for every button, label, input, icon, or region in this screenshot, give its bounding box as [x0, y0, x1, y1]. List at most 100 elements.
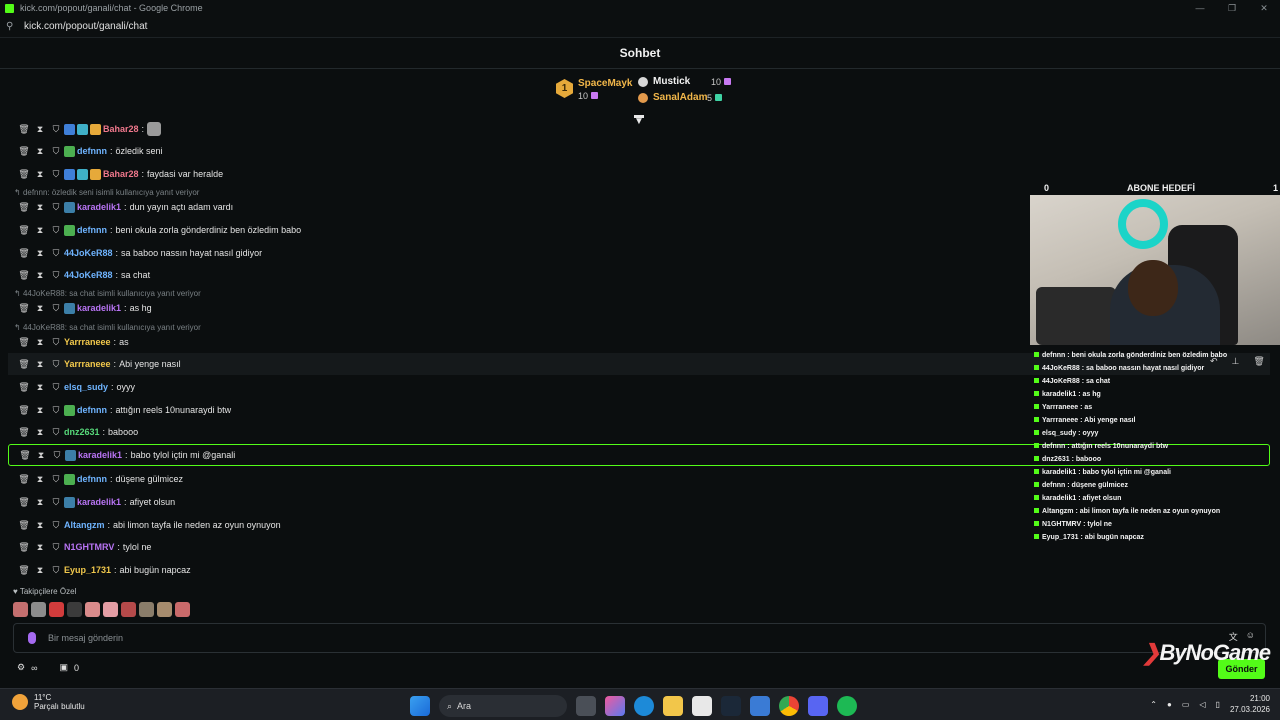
delete-icon[interactable]: 🗑: [16, 474, 32, 485]
delete-icon[interactable]: 🗑: [16, 169, 32, 180]
message-username[interactable]: 44JoKeR88: [64, 248, 113, 258]
leaderboard-row[interactable]: SanalAdam 5: [638, 92, 723, 103]
chat-message[interactable]: 🗑 ⧗ ⛉ Eyup_1731: abi bugün napcaz: [8, 559, 1270, 581]
delete-icon[interactable]: 🗑: [17, 450, 33, 461]
voice-icon[interactable]: [28, 632, 36, 644]
delete-icon[interactable]: 🗑: [16, 248, 32, 259]
ban-icon[interactable]: ⛉: [48, 520, 64, 531]
ban-icon[interactable]: ⛉: [48, 405, 64, 416]
delete-icon[interactable]: 🗑: [16, 427, 32, 438]
message-username[interactable]: N1GHTMRV: [64, 542, 114, 552]
ban-icon[interactable]: ⛉: [48, 225, 64, 236]
weather-widget[interactable]: 11°C Parçalı bulutlu: [12, 693, 85, 711]
ban-icon[interactable]: ⛉: [48, 146, 64, 157]
steam-icon[interactable]: [721, 696, 741, 716]
emote-icon[interactable]: [175, 602, 190, 617]
delete-icon[interactable]: 🗑: [16, 225, 32, 236]
address-bar[interactable]: ⚲ kick.com/popout/ganali/chat: [0, 16, 1280, 38]
timeout-icon[interactable]: ⧗: [32, 124, 48, 135]
timeout-icon[interactable]: ⧗: [32, 497, 48, 508]
timeout-icon[interactable]: ⧗: [32, 337, 48, 348]
timeout-icon[interactable]: ⧗: [32, 542, 48, 553]
delete-icon[interactable]: 🗑: [16, 405, 32, 416]
timeout-icon[interactable]: ⧗: [32, 202, 48, 213]
delete-icon[interactable]: 🗑: [16, 146, 32, 157]
minimize-button[interactable]: —: [1184, 0, 1216, 16]
message-username[interactable]: 44JoKeR88: [64, 270, 113, 280]
ban-icon[interactable]: ⛉: [48, 248, 64, 259]
emote-icon[interactable]: [49, 602, 64, 617]
emote-icon[interactable]: [121, 602, 136, 617]
message-username[interactable]: karadelik1: [77, 497, 121, 507]
delete-icon[interactable]: 🗑: [16, 520, 32, 531]
delete-icon[interactable]: 🗑: [16, 359, 32, 370]
timeout-icon[interactable]: ⧗: [32, 169, 48, 180]
ban-icon[interactable]: ⛉: [48, 270, 64, 281]
ban-icon[interactable]: ⛉: [48, 303, 64, 314]
restore-button[interactable]: ❐: [1216, 0, 1248, 16]
file-explorer-icon[interactable]: [663, 696, 683, 716]
timeout-icon[interactable]: ⧗: [32, 146, 48, 157]
ban-icon[interactable]: ⛉: [48, 474, 64, 485]
ban-icon[interactable]: ⛉: [48, 497, 64, 508]
leaderboard-first[interactable]: 1 SpaceMayk 10: [556, 78, 632, 101]
emote-icon[interactable]: [103, 602, 118, 617]
spotify-icon[interactable]: [837, 696, 857, 716]
message-username[interactable]: dnz2631: [64, 427, 100, 437]
leaderboard-first-name[interactable]: SpaceMayk: [578, 78, 632, 89]
message-username[interactable]: Yarrraneee: [64, 359, 111, 369]
mail-icon[interactable]: [750, 696, 770, 716]
ban-icon[interactable]: ⛉: [48, 124, 64, 135]
timeout-icon[interactable]: ⧗: [32, 565, 48, 576]
ban-icon[interactable]: ⛉: [48, 359, 64, 370]
message-username[interactable]: Bahar28: [103, 124, 139, 134]
ban-icon[interactable]: ⛉: [48, 382, 64, 393]
delete-icon[interactable]: 🗑: [16, 270, 32, 281]
gift-box-icon[interactable]: ▣: [60, 662, 69, 673]
emote-icon[interactable]: [31, 602, 46, 617]
message-input-box[interactable]: 文 ☺: [13, 623, 1266, 653]
timeout-icon[interactable]: ⧗: [32, 427, 48, 438]
taskbar-search[interactable]: ⌕ Ara: [439, 695, 567, 717]
message-username[interactable]: Altangzm: [64, 520, 105, 530]
windows-start-icon[interactable]: [410, 696, 430, 716]
leaderboard-row[interactable]: Mustick 10: [638, 76, 732, 87]
copilot-icon[interactable]: [605, 696, 625, 716]
message-username[interactable]: Yarrraneee: [64, 337, 111, 347]
ban-icon[interactable]: ⛉: [48, 202, 64, 213]
settings-icon[interactable]: ⚙: [17, 662, 25, 673]
clock[interactable]: 21:00 27.03.2026: [1230, 693, 1270, 715]
volume-icon[interactable]: ◁: [1199, 700, 1205, 709]
ban-icon[interactable]: ⛉: [48, 337, 64, 348]
message-username[interactable]: Bahar28: [103, 169, 139, 179]
ban-icon[interactable]: ⛉: [48, 169, 64, 180]
delete-icon[interactable]: 🗑: [16, 565, 32, 576]
url-text[interactable]: kick.com/popout/ganali/chat: [24, 21, 147, 32]
message-username[interactable]: karadelik1: [78, 450, 122, 460]
delete-icon[interactable]: 🗑: [16, 497, 32, 508]
microphone-icon[interactable]: ●: [1167, 700, 1172, 709]
emote-icon[interactable]: [157, 602, 172, 617]
store-icon[interactable]: [692, 696, 712, 716]
ban-icon[interactable]: ⛉: [48, 427, 64, 438]
task-view-icon[interactable]: [576, 696, 596, 716]
delete-icon[interactable]: 🗑: [16, 202, 32, 213]
discord-icon[interactable]: [808, 696, 828, 716]
delete-icon[interactable]: 🗑: [16, 382, 32, 393]
delete-icon[interactable]: 🗑: [16, 303, 32, 314]
message-input[interactable]: [48, 633, 1048, 643]
chat-message[interactable]: 🗑 ⧗ ⛉ Bahar28:: [8, 118, 1270, 140]
edge-icon[interactable]: [634, 696, 654, 716]
timeout-icon[interactable]: ⧗: [32, 520, 48, 531]
delete-icon[interactable]: 🗑: [16, 542, 32, 553]
chrome-icon[interactable]: [779, 696, 799, 716]
ban-icon[interactable]: ⛉: [48, 542, 64, 553]
timeout-icon[interactable]: ⧗: [32, 359, 48, 370]
emote-icon[interactable]: [13, 602, 28, 617]
tray-overflow-icon[interactable]: ⌃: [1150, 700, 1157, 709]
timeout-icon[interactable]: ⧗: [32, 474, 48, 485]
timeout-icon[interactable]: ⧗: [32, 248, 48, 259]
message-username[interactable]: defnnn: [77, 225, 107, 235]
timeout-icon[interactable]: ⧗: [32, 270, 48, 281]
network-icon[interactable]: ▭: [1182, 700, 1190, 709]
